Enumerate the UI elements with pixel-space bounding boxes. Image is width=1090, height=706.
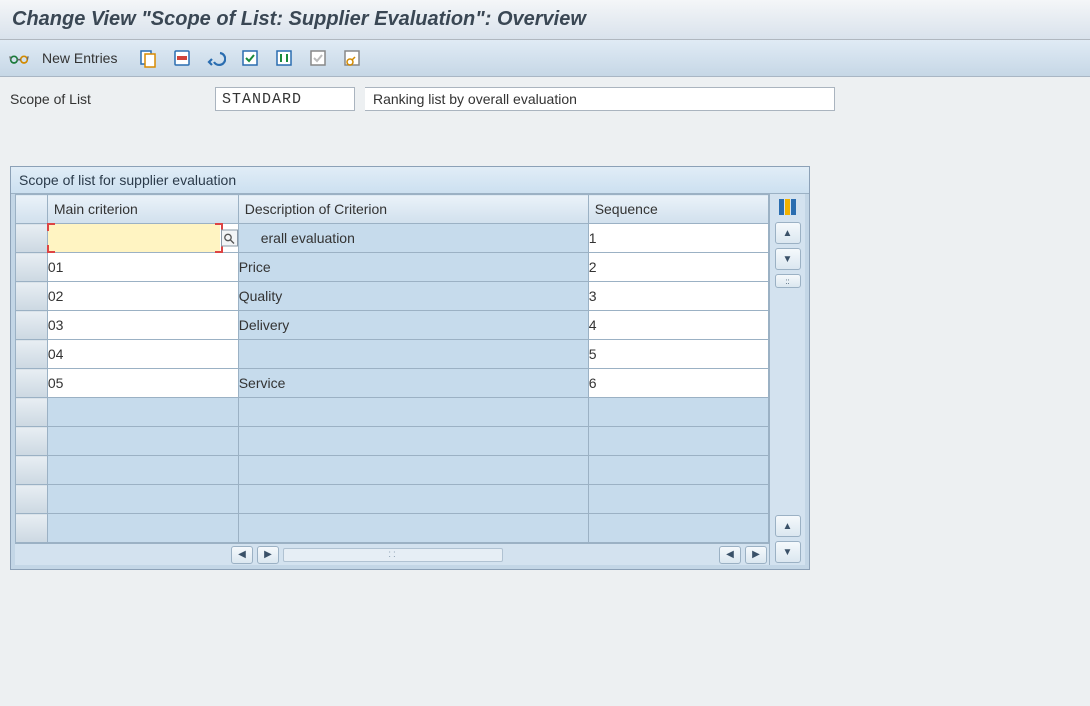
row-selector[interactable] [16, 311, 48, 340]
row-selector[interactable] [16, 456, 48, 485]
select-all-icon[interactable] [237, 46, 263, 70]
hscroll-track[interactable] [283, 548, 503, 562]
vscroll-grip-icon[interactable]: :: [775, 274, 801, 288]
row-selector[interactable] [16, 224, 48, 253]
scope-of-list-description: Ranking list by overall evaluation [365, 87, 835, 111]
table-row-empty [16, 485, 769, 514]
scroll-page-up-icon[interactable]: ▲ [775, 515, 801, 537]
sequence-cell[interactable]: 4 [588, 311, 768, 340]
row-selector[interactable] [16, 398, 48, 427]
search-help-icon[interactable] [221, 230, 238, 247]
col-header-description[interactable]: Description of Criterion [238, 195, 588, 224]
table-row: 05 Service 6 [16, 369, 769, 398]
table-row-empty [16, 427, 769, 456]
row-selector[interactable] [16, 282, 48, 311]
row-selector[interactable] [16, 427, 48, 456]
description-cell[interactable]: Quality [238, 282, 588, 311]
table-row: 04 5 [16, 340, 769, 369]
horizontal-scrollbar: ◀ ▶ ◀ ▶ [15, 543, 769, 565]
col-header-sequence[interactable]: Sequence [588, 195, 768, 224]
description-cell[interactable]: Price [238, 253, 588, 282]
description-cell[interactable]: Service [238, 369, 588, 398]
main-criterion-cell[interactable] [47, 224, 238, 253]
delete-icon[interactable] [169, 46, 195, 70]
new-entries-button[interactable]: New Entries [40, 50, 127, 66]
sequence-cell[interactable]: 6 [588, 369, 768, 398]
configuration-icon[interactable] [339, 46, 365, 70]
row-selector[interactable] [16, 253, 48, 282]
row-selector[interactable] [16, 369, 48, 398]
description-cell[interactable]: Delivery [238, 311, 588, 340]
main-criterion-cell[interactable]: 05 [47, 369, 238, 398]
sequence-cell[interactable]: 2 [588, 253, 768, 282]
criteria-table: Main criterion Description of Criterion … [15, 194, 769, 543]
main-criterion-input[interactable] [48, 224, 220, 252]
table-row: 02 Quality 3 [16, 282, 769, 311]
scroll-up-icon[interactable]: ▲ [775, 222, 801, 244]
panel-title: Scope of list for supplier evaluation [11, 167, 809, 194]
row-selector[interactable] [16, 514, 48, 543]
description-cell[interactable] [238, 340, 588, 369]
table-settings-icon[interactable] [775, 196, 801, 218]
scroll-right-icon[interactable]: ▶ [257, 546, 279, 564]
scroll-page-down-icon[interactable]: ▼ [775, 541, 801, 563]
table-row-empty [16, 398, 769, 427]
scope-of-list-value: STANDARD [215, 87, 355, 111]
main-criterion-cell[interactable]: 01 [47, 253, 238, 282]
description-cell[interactable]: erall evaluation [238, 224, 588, 253]
sequence-cell[interactable]: 5 [588, 340, 768, 369]
main-criterion-cell[interactable]: 02 [47, 282, 238, 311]
row-selector[interactable] [16, 485, 48, 514]
sequence-cell[interactable]: 3 [588, 282, 768, 311]
select-all-rows-header[interactable] [16, 195, 48, 224]
table-row-empty [16, 456, 769, 485]
scroll-left-end-icon[interactable]: ◀ [719, 546, 741, 564]
row-selector[interactable] [16, 340, 48, 369]
titlebar: Change View "Scope of List: Supplier Eva… [0, 0, 1090, 40]
scroll-down-icon[interactable]: ▼ [775, 248, 801, 270]
scroll-left-icon[interactable]: ◀ [231, 546, 253, 564]
app-toolbar: New Entries [0, 40, 1090, 77]
vertical-scrollbar: ▲ ▼ :: ▲ ▼ [769, 194, 805, 565]
main-criterion-cell[interactable]: 04 [47, 340, 238, 369]
select-block-icon[interactable] [271, 46, 297, 70]
undo-icon[interactable] [203, 46, 229, 70]
sequence-cell[interactable]: 1 [588, 224, 768, 253]
supplier-evaluation-panel: Scope of list for supplier evaluation Ma… [10, 166, 810, 570]
table-row: 03 Delivery 4 [16, 311, 769, 340]
table-row-empty [16, 514, 769, 543]
main-criterion-cell[interactable]: 03 [47, 311, 238, 340]
scroll-right-end-icon[interactable]: ▶ [745, 546, 767, 564]
table-row: 01 Price 2 [16, 253, 769, 282]
deselect-all-icon[interactable] [305, 46, 331, 70]
col-header-main-criterion[interactable]: Main criterion [47, 195, 238, 224]
table-row: erall evaluation 1 [16, 224, 769, 253]
glasses-icon[interactable] [6, 46, 32, 70]
page-title: Change View "Scope of List: Supplier Eva… [12, 8, 1078, 31]
copy-icon[interactable] [135, 46, 161, 70]
scope-of-list-label: Scope of List [10, 91, 205, 107]
